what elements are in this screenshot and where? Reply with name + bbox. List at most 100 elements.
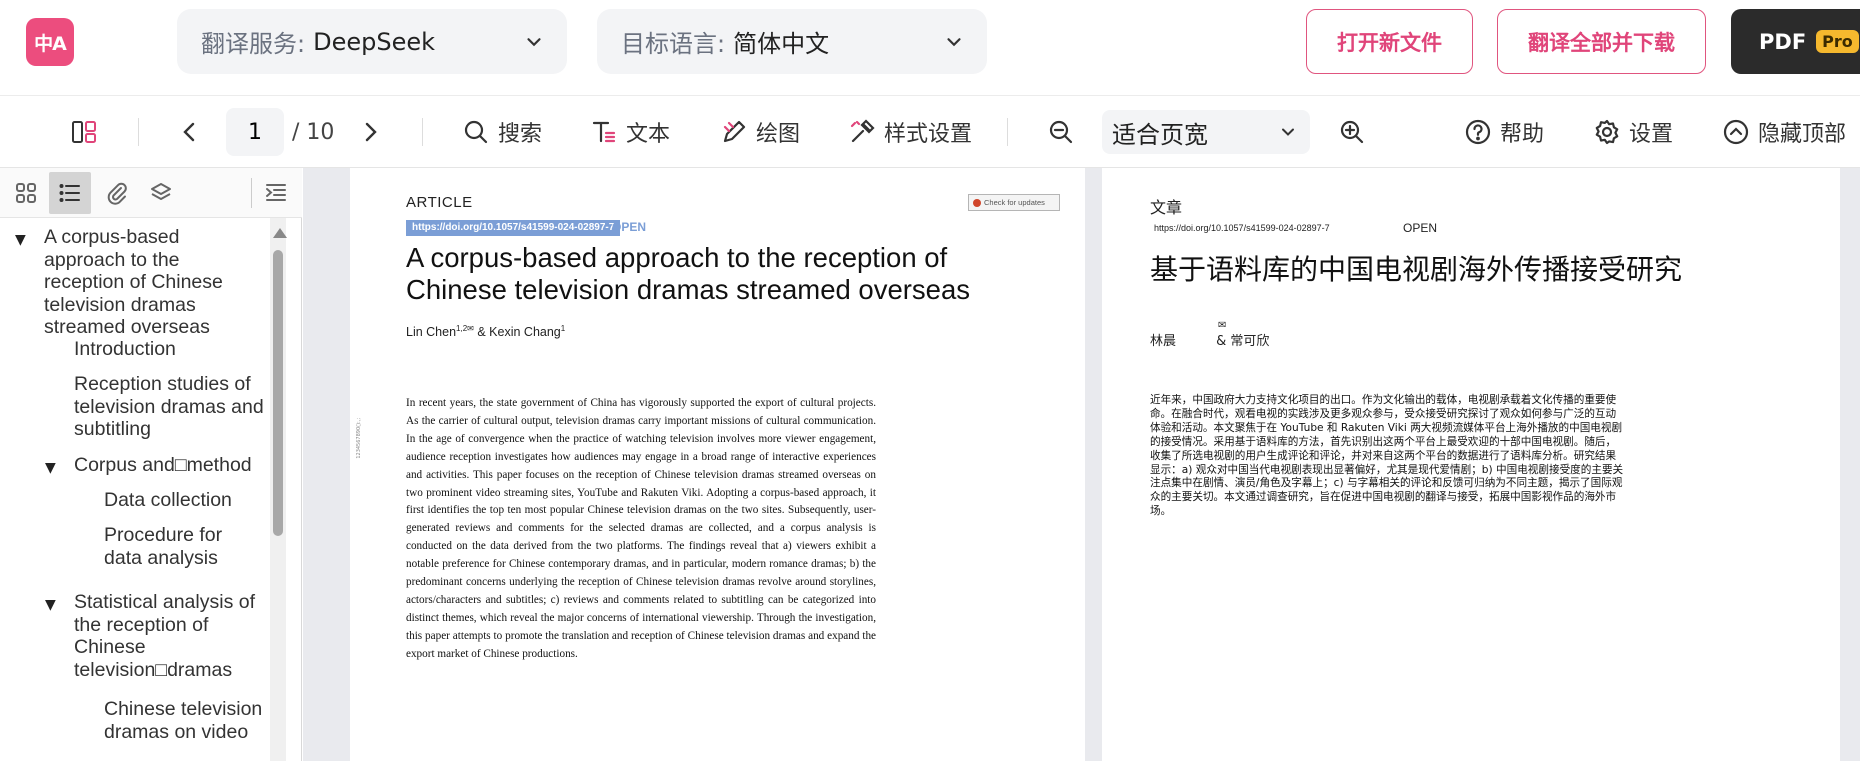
open-new-file-button[interactable]: 打开新文件 [1306, 9, 1473, 74]
tab-attachments[interactable] [96, 172, 138, 214]
doi-link[interactable]: https://doi.org/10.1057/s41599-024-02897… [406, 220, 621, 236]
outline-item[interactable]: Statistical analysis of the reception of… [74, 591, 270, 681]
outline-item[interactable]: Corpus and□method [74, 454, 270, 477]
chevron-left-icon [183, 122, 195, 142]
app-header: 中A 翻译服务: DeepSeek 目标语言: 简体中文 打开新文件 翻译全部并… [0, 0, 1860, 96]
text-tool-label: 文本 [626, 122, 671, 147]
outline-options-icon [266, 184, 286, 201]
zoom-out-icon [1049, 120, 1073, 144]
toolbar-divider [138, 118, 139, 146]
list-icon [59, 184, 80, 202]
expand-triangle-icon[interactable]: ▼ [45, 597, 56, 613]
paper-title: A corpus-based approach to the reception… [406, 242, 971, 305]
open-access-label: OPEN [612, 220, 647, 234]
toolbar-divider [1007, 118, 1008, 146]
pdf-pro-button[interactable]: PDF Pro [1731, 9, 1860, 74]
search-button[interactable]: 搜索 [462, 96, 542, 168]
authors-line: Lin Chen1,2✉ & Kexin Chang1 [406, 324, 565, 339]
outline-item[interactable]: Introduction [74, 338, 254, 361]
translated-page: 文章 https://doi.org/10.1057/s41599-024-02… [1102, 168, 1840, 761]
style-settings-label: 样式设置 [884, 122, 973, 147]
outline-item[interactable]: Reception studies of television dramas a… [74, 373, 264, 441]
viewer-toolbar: / 10 搜索 文本 绘图 样式设置 适合页宽 帮助 设置 隐藏顶部 [0, 96, 1860, 168]
original-page: ARTICLE Check for updates https://doi.or… [350, 168, 1085, 761]
translation-service-select[interactable]: 翻译服务: DeepSeek [177, 9, 567, 74]
mail-icon: ✉ [1218, 320, 1227, 331]
toolbar-divider [422, 118, 423, 146]
author-name: & Kexin Chang [477, 325, 561, 340]
sidebar-tab-divider [251, 178, 252, 208]
scroll-up-arrow-icon[interactable] [273, 228, 287, 238]
style-brush-icon [850, 119, 875, 143]
pdf-pro-label: PDF [1759, 29, 1807, 54]
outline-options-button[interactable] [255, 172, 297, 214]
style-settings-button[interactable]: 样式设置 [848, 96, 972, 168]
text-tool-icon [592, 121, 616, 143]
outline-item[interactable]: Chinese television dramas on video [104, 698, 264, 743]
pencil-icon [723, 120, 746, 143]
help-button[interactable]: 帮助 [1464, 96, 1544, 168]
zoom-level-select[interactable]: 适合页宽 [1102, 110, 1310, 154]
tab-thumbnails[interactable] [5, 172, 47, 214]
draw-tool-button[interactable]: 绘图 [720, 96, 800, 168]
tab-layers[interactable] [140, 172, 182, 214]
page-side-note: 1234567890():,; [356, 418, 362, 459]
tab-outline[interactable] [49, 172, 91, 214]
text-tool-button[interactable]: 文本 [590, 96, 670, 168]
target-language-select[interactable]: 目标语言: 简体中文 [597, 9, 987, 74]
pro-badge: Pro [1816, 30, 1859, 53]
author-affiliation: 1 [560, 324, 566, 333]
crossmark-icon [973, 198, 981, 207]
outline-item[interactable]: A corpus-based approach to the reception… [44, 226, 244, 339]
layers-icon [151, 183, 171, 200]
authors-line-translated: 林晨 ✉ & 常可欣 [1150, 320, 1270, 349]
expand-triangle-icon[interactable]: ▼ [45, 460, 56, 476]
prev-page-button[interactable] [176, 96, 204, 168]
page-total: / 10 [292, 119, 335, 145]
author-name: 林晨 [1150, 334, 1177, 349]
settings-label: 设置 [1629, 122, 1674, 147]
article-label-translated: 文章 [1150, 198, 1183, 217]
sidebar-tabs [0, 168, 302, 218]
abstract-text-translated: 近年来，中国政府大力支持文化项目的出口。作为文化输出的载体，电视剧承载着文化传播… [1150, 394, 1624, 518]
article-label: ARTICLE [406, 194, 473, 211]
expand-triangle-icon[interactable]: ▼ [15, 232, 26, 248]
check-for-updates-badge[interactable]: Check for updates [968, 194, 1060, 211]
paper-title-translated: 基于语料库的中国电视剧海外传播接受研究 [1150, 253, 1683, 286]
outline-item[interactable]: Data collection [104, 489, 264, 512]
check-for-updates-label: Check for updates [984, 198, 1045, 207]
author-name: & 常可欣 [1216, 334, 1270, 349]
app-logo[interactable]: 中A [26, 18, 74, 66]
outline-item[interactable]: Procedure for data analysis [104, 524, 254, 569]
author-affiliation: 1,2✉ [456, 324, 474, 333]
page-number-input[interactable] [226, 108, 284, 156]
gear-icon [1595, 119, 1619, 145]
zoom-level-value: 适合页宽 [1112, 120, 1208, 149]
toggle-sidebar-button[interactable] [70, 96, 98, 168]
outline-scrollbar[interactable] [270, 218, 287, 761]
chevron-up-circle-icon [1723, 119, 1749, 145]
hide-top-button[interactable]: 隐藏顶部 [1722, 96, 1846, 168]
zoom-out-button[interactable] [1047, 96, 1075, 168]
translation-service-value: DeepSeek [313, 27, 436, 56]
chevron-down-icon [527, 37, 541, 46]
next-page-button[interactable] [356, 96, 384, 168]
abstract-text: In recent years, the state government of… [406, 397, 876, 660]
search-label: 搜索 [498, 122, 543, 147]
translation-service-label: 翻译服务: [201, 30, 306, 58]
translate-all-download-button[interactable]: 翻译全部并下载 [1497, 9, 1706, 74]
sidebar: ▼ A corpus-based approach to the recepti… [0, 168, 302, 761]
document-viewer[interactable]: ARTICLE Check for updates https://doi.or… [303, 168, 1860, 761]
document-outline: ▼ A corpus-based approach to the recepti… [0, 218, 270, 761]
help-label: 帮助 [1500, 122, 1545, 147]
hide-top-label: 隐藏顶部 [1758, 122, 1847, 147]
draw-tool-label: 绘图 [756, 122, 801, 147]
doi-link-translated[interactable]: https://doi.org/10.1057/s41599-024-02897… [1154, 223, 1330, 233]
chevron-down-icon [947, 37, 961, 46]
scrollbar-thumb[interactable] [273, 250, 283, 536]
zoom-in-button[interactable] [1338, 96, 1366, 168]
grid-icon [16, 183, 36, 203]
settings-button[interactable]: 设置 [1593, 96, 1673, 168]
open-access-label-translated: OPEN [1403, 221, 1438, 235]
chevron-down-icon [1282, 128, 1294, 136]
